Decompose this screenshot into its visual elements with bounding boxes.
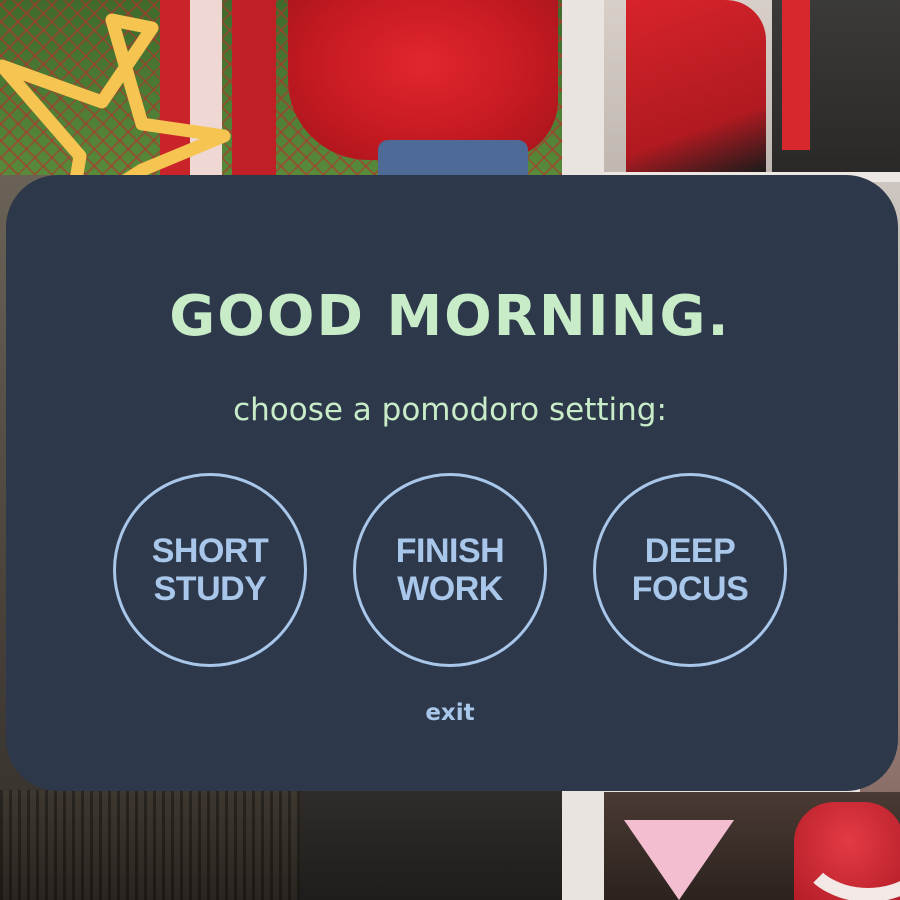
finish-work-label: FINISH WORK [395,532,505,608]
short-study-button[interactable]: SHORT STUDY [113,473,307,667]
finish-work-label-line-1: FINISH [395,532,505,570]
deep-focus-label-line-1: DEEP [644,532,736,570]
app-screen: GOOD MORNING. choose a pomodoro setting:… [0,0,900,900]
pomodoro-prompt: choose a pomodoro setting: [233,392,667,428]
short-study-label-line-2: STUDY [153,570,267,608]
exit-button[interactable]: exit [400,700,500,726]
background-photo-bottom-left [0,790,562,900]
deep-focus-label: DEEP FOCUS [632,532,749,608]
greeting-heading: GOOD MORNING. [169,284,731,349]
short-study-label-line-1: SHORT [151,532,269,570]
finish-work-label-line-2: WORK [397,570,503,608]
background-photo-top-right [604,0,900,172]
short-study-label: SHORT STUDY [152,532,269,608]
deep-focus-button[interactable]: DEEP FOCUS [593,473,787,667]
finish-work-button[interactable]: FINISH WORK [353,473,547,667]
background-photo-bottom-right [604,792,900,900]
deep-focus-label-line-2: FOCUS [631,570,749,608]
